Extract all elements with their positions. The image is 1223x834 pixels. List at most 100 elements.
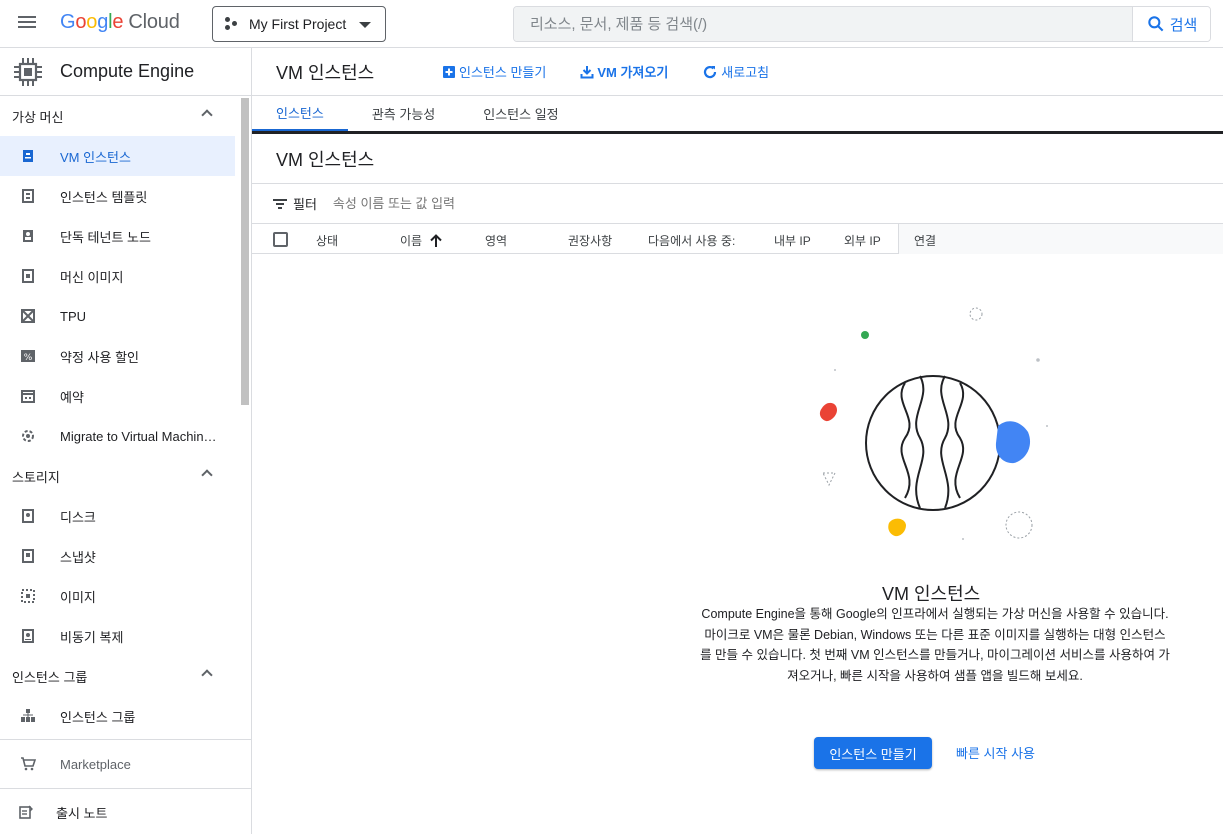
search-bar: 검색 <box>513 6 1211 42</box>
header-shade <box>899 224 1223 254</box>
sidebar-item-snapshots[interactable]: 스냅샷 <box>0 536 235 576</box>
sidebar-item-label: 머신 이미지 <box>60 269 124 285</box>
section-virtual-machines[interactable]: 가상 머신 <box>0 96 251 136</box>
refresh-action[interactable]: 새로고침 <box>702 62 769 81</box>
create-instance-button[interactable]: 인스턴스 만들기 <box>814 737 932 769</box>
sidebar-item-label: 예약 <box>60 389 84 405</box>
sidebar-item-async-replication[interactable]: 비동기 복제 <box>0 616 235 656</box>
empty-state-description: Compute Engine을 통해 Google의 인프라에서 실행되는 가상… <box>700 607 1170 683</box>
calendar-icon <box>20 388 36 404</box>
sidebar-item-marketplace[interactable]: Marketplace <box>0 740 235 788</box>
column-in-use-by[interactable]: 다음에서 사용 중: <box>648 232 735 249</box>
search-button[interactable]: 검색 <box>1132 7 1210 41</box>
section-label: 가상 머신 <box>12 109 64 125</box>
sidebar-item-vm-instances[interactable]: VM 인스턴스 <box>0 136 235 176</box>
project-selector[interactable]: My First Project <box>212 6 386 42</box>
snapshot-icon <box>20 548 36 564</box>
column-recommendations[interactable]: 권장사항 <box>568 232 612 249</box>
logo-letter: o <box>75 11 87 33</box>
disk-icon <box>20 508 36 524</box>
section-title: VM 인스턴스 <box>252 134 1223 184</box>
product-title: Compute Engine <box>60 61 195 81</box>
logo-letter: e <box>112 11 124 33</box>
column-connect[interactable]: 연결 <box>914 232 936 249</box>
sidebar-item-label: 디스크 <box>60 509 96 525</box>
sidebar-item-label: 단독 테넌트 노드 <box>60 229 151 245</box>
search-input[interactable] <box>514 7 1132 41</box>
refresh-icon <box>704 65 717 78</box>
sole-tenant-icon <box>20 228 36 244</box>
vm-instance-icon <box>20 148 36 164</box>
section-instance-groups[interactable]: 인스턴스 그룹 <box>0 656 251 696</box>
sidebar-item-committed-use-discounts[interactable]: % 약정 사용 할인 <box>0 336 235 376</box>
column-name[interactable]: 이름 <box>400 232 442 249</box>
sidebar-item-label: Marketplace <box>60 756 131 772</box>
logo-cloud-text: Cloud <box>128 11 180 33</box>
top-bar: GoogleCloud My First Project 검색 <box>0 0 1223 48</box>
project-name: My First Project <box>249 16 347 32</box>
tab-instances[interactable]: 인스턴스 <box>252 96 348 131</box>
sidebar-item-label: 스냅샷 <box>60 549 96 565</box>
sidebar-item-migrate-to-vms[interactable]: Migrate to Virtual Machin… <box>0 416 235 456</box>
import-vm-action[interactable]: VM 가져오기 <box>580 62 668 81</box>
action-label: 새로고침 <box>721 65 770 80</box>
sidebar-item-instance-groups[interactable]: 인스턴스 그룹 <box>0 696 235 736</box>
column-internal-ip[interactable]: 내부 IP <box>774 232 811 249</box>
sidebar-scrollbar[interactable] <box>241 98 249 405</box>
image-icon <box>20 588 36 604</box>
product-header[interactable]: Compute Engine <box>0 48 251 96</box>
tab-observability[interactable]: 관측 가능성 <box>348 96 459 131</box>
sidebar-item-label: VM 인스턴스 <box>60 149 131 165</box>
compute-engine-icon <box>14 57 42 86</box>
cart-icon <box>20 756 36 772</box>
dropdown-arrow-icon <box>359 22 371 28</box>
menu-icon[interactable] <box>18 13 40 35</box>
sidebar-item-machine-images[interactable]: 머신 이미지 <box>0 256 235 296</box>
column-name-label: 이름 <box>400 234 423 248</box>
filter-label[interactable]: 필터 <box>293 194 317 213</box>
arrow-up-icon <box>430 234 442 247</box>
logo-letter: g <box>97 11 109 33</box>
sidebar-item-sole-tenant-nodes[interactable]: 단독 테넌트 노드 <box>0 216 235 256</box>
google-cloud-logo[interactable]: Google Cloud <box>60 11 180 34</box>
chevron-up-icon <box>201 109 213 121</box>
filter-input[interactable] <box>330 195 731 212</box>
sidebar-item-label: 비동기 복제 <box>60 629 124 645</box>
search-icon <box>1147 16 1164 32</box>
page-title: VM 인스턴스 <box>276 62 375 83</box>
sidebar-item-release-notes[interactable]: 출시 노트 <box>0 789 235 834</box>
instance-group-icon <box>20 708 36 724</box>
quickstart-link[interactable]: 빠른 시작 사용 <box>956 743 1035 762</box>
table-header: 상태 이름 영역 권장사항 다음에서 사용 중: 내부 IP 외부 IP 연결 <box>252 224 1223 254</box>
sidebar-item-reservations[interactable]: 예약 <box>0 376 235 416</box>
sidebar-item-images[interactable]: 이미지 <box>0 576 235 616</box>
filter-icon[interactable] <box>273 198 287 210</box>
section-storage[interactable]: 스토리지 <box>0 456 251 496</box>
filter-bar: 필터 <box>252 184 1223 224</box>
column-zone[interactable]: 영역 <box>485 232 507 249</box>
release-notes-icon <box>18 804 34 820</box>
select-all-checkbox[interactable] <box>273 232 288 247</box>
tab-instance-schedules[interactable]: 인스턴스 일정 <box>459 96 582 131</box>
template-icon <box>20 188 36 204</box>
sidebar-item-tpu[interactable]: TPU <box>0 296 235 336</box>
column-external-ip[interactable]: 외부 IP <box>844 232 881 249</box>
action-label: VM 가져오기 <box>597 65 669 80</box>
sidebar-item-label: 출시 노트 <box>56 805 108 821</box>
empty-state-title: VM 인스턴스 <box>882 584 981 604</box>
sidebar-item-label: 인스턴스 그룹 <box>60 709 136 725</box>
main-content: VM 인스턴스 인스턴스 만들기 VM 가져오기 새로고침 인스턴스 관측 가능… <box>252 48 1223 834</box>
column-status[interactable]: 상태 <box>316 232 338 249</box>
create-instance-action[interactable]: 인스턴스 만들기 <box>442 62 546 81</box>
section-label: 스토리지 <box>12 469 60 485</box>
sidebar-item-instance-templates[interactable]: 인스턴스 템플릿 <box>0 176 235 216</box>
sidebar-item-label: 이미지 <box>60 589 96 605</box>
sidebar: Compute Engine 가상 머신 VM 인스턴스 인스턴스 템플릿 단독… <box>0 48 252 834</box>
chevron-up-icon <box>201 469 213 481</box>
sidebar-item-disks[interactable]: 디스크 <box>0 496 235 536</box>
percent-icon: % <box>20 348 36 364</box>
machine-image-icon <box>20 268 36 284</box>
sidebar-item-label: 인스턴스 템플릿 <box>60 189 148 205</box>
section-label: 인스턴스 그룹 <box>12 669 88 685</box>
page-header: VM 인스턴스 인스턴스 만들기 VM 가져오기 새로고침 <box>252 48 1223 96</box>
